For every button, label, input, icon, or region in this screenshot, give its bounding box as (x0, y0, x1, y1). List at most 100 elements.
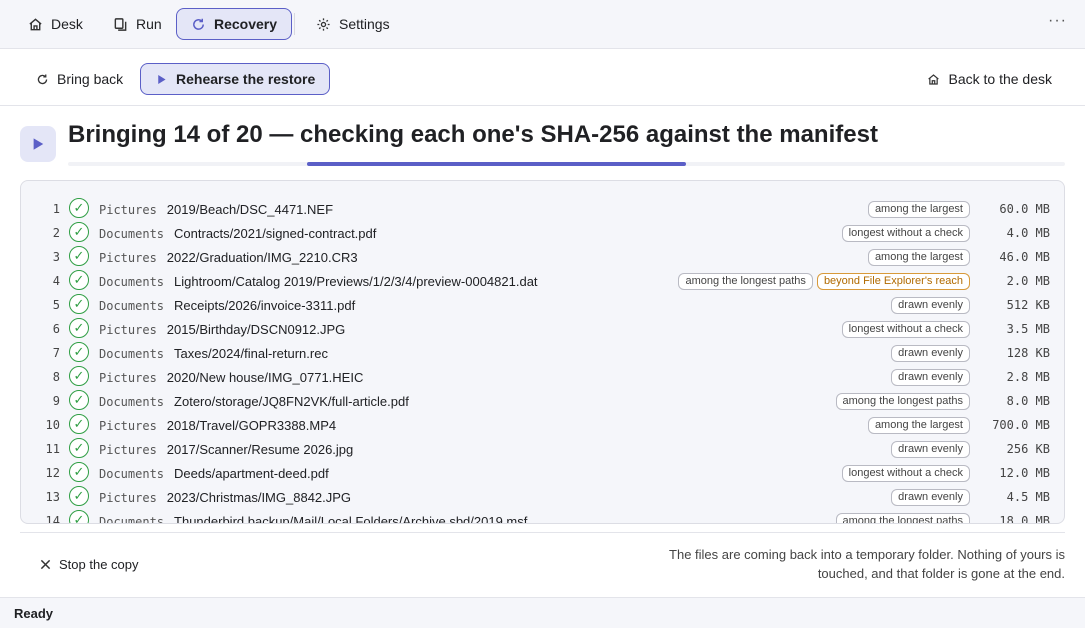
file-path: 2017/Scanner/Resume 2026.jpg (166, 442, 354, 457)
file-row[interactable]: 6 ✓ Pictures 2015/Birthday/DSCN0912.JPG long… (21, 317, 1064, 341)
tag-group: among the largest (867, 417, 970, 434)
file-path: 2020/New house/IMG_0771.HEIC (166, 370, 364, 385)
file-row[interactable]: 3 ✓ Pictures 2022/Graduation/IMG_2210.CR3 am… (21, 245, 1064, 269)
library-name: Documents (99, 299, 165, 313)
file-label: Pictures 2017/Scanner/Resume 2026.jpg (99, 441, 353, 459)
file-label: Pictures 2022/Graduation/IMG_2210.CR3 (99, 249, 358, 267)
row-number: 1 (52, 202, 60, 216)
row-number: 14 (45, 514, 60, 524)
checkmark-icon: ✓ (69, 270, 89, 290)
file-size: 60.0 MB (999, 202, 1050, 216)
file-row[interactable]: 13 ✓ Pictures 2023/Christmas/IMG_8842.JPG dr… (21, 485, 1064, 509)
nav-divider (294, 13, 295, 35)
library-name: Documents (99, 467, 165, 481)
file-size: 46.0 MB (999, 250, 1050, 264)
checkmark-icon: ✓ (69, 294, 89, 314)
checkmark-icon: ✓ (69, 486, 89, 506)
back-to-desk-label: Back to the desk (948, 71, 1052, 87)
file-path: Lightroom/Catalog 2019/Previews/1/2/3/4/… (174, 274, 538, 289)
bring-back-label: Bring back (57, 71, 124, 87)
checkmark-icon: ✓ (69, 366, 89, 386)
row-number: 2 (52, 226, 60, 240)
checkmark-icon: ✓ (69, 198, 89, 218)
row-number: 11 (45, 442, 60, 456)
file-label: Pictures 2020/New house/IMG_0771.HEIC (99, 369, 363, 387)
file-path: Zotero/storage/JQ8FN2VK/full-article.pdf (174, 394, 409, 409)
tag-group: drawn evenly (891, 441, 970, 458)
reason-badge: drawn evenly (891, 345, 970, 362)
file-list[interactable]: 1 ✓ Pictures 2019/Beach/DSC_4471.NEFamong t… (20, 180, 1065, 524)
tag-group: longest without a check (841, 321, 970, 338)
home-icon (928, 73, 940, 85)
file-row[interactable]: 7 ✓ Documents Taxes/2024/final-return.rec dr… (21, 341, 1064, 365)
file-row[interactable]: 2 ✓ Documents Contracts/2021/signed-contrac… (21, 221, 1064, 245)
row-number: 3 (52, 250, 60, 264)
rehearse-restore-label: Rehearse the restore (176, 71, 316, 87)
tag-group: among the largest (867, 249, 970, 266)
file-path: Deeds/apartment-deed.pdf (174, 466, 329, 481)
stop-copy-button[interactable]: Stop the copy (28, 550, 151, 578)
warning-badge: beyond File Explorer's reach (816, 273, 970, 290)
tag-group: drawn evenly (891, 369, 970, 386)
file-row[interactable]: 12 ✓ Documents Deeds/apartment-deed.pdf long… (21, 461, 1064, 485)
stop-copy-label: Stop the copy (59, 556, 139, 572)
library-name: Documents (99, 347, 165, 361)
tag-group: longest without a check (841, 465, 970, 482)
file-label: Documents Thunderbird backup/Mail/Local F… (99, 513, 528, 524)
row-number: 10 (45, 418, 60, 432)
row-number: 9 (52, 394, 60, 408)
file-size: 128 KB (1006, 346, 1050, 360)
row-number: 6 (52, 322, 60, 336)
file-row[interactable]: 4 ✓ Documents Lightroom/Catalog 2019/Previe… (21, 269, 1064, 293)
reason-badge: drawn evenly (891, 441, 970, 458)
nav-desk-label: Desk (51, 16, 83, 32)
file-size: 18.0 MB (999, 514, 1050, 524)
home-icon (29, 17, 42, 30)
file-size: 2.8 MB (1006, 370, 1050, 384)
library-name: Pictures (99, 419, 157, 433)
file-row[interactable]: 11 ✓ Pictures 2017/Scanner/Resume 2026.jpg d… (21, 437, 1064, 461)
close-icon (40, 559, 51, 569)
rehearse-restore-button[interactable]: Rehearse the restore (140, 63, 331, 95)
bring-back-button[interactable]: Bring back (22, 63, 137, 95)
checkmark-icon: ✓ (69, 462, 89, 482)
file-row[interactable]: 14 ✓ Documents Thunderbird backup/Mail/Loca… (21, 509, 1064, 524)
file-size: 512 KB (1006, 298, 1050, 312)
row-number: 13 (45, 490, 60, 504)
file-size: 700.0 MB (992, 418, 1050, 432)
reason-badge: among the longest paths (835, 393, 970, 410)
reason-badge: drawn evenly (891, 297, 970, 314)
nav-run-label: Run (136, 16, 162, 32)
file-label: Documents Contracts/2021/signed-contract.… (99, 225, 376, 243)
nav-run[interactable]: Run (99, 8, 176, 40)
nav-recovery[interactable]: Recovery (176, 8, 293, 40)
file-path: Thunderbird backup/Mail/Local Folders/Ar… (174, 514, 528, 524)
play-icon (158, 74, 166, 84)
nav-settings-label: Settings (339, 16, 390, 32)
file-label: Pictures 2019/Beach/DSC_4471.NEF (99, 201, 333, 219)
file-path: 2015/Birthday/DSCN0912.JPG (166, 322, 346, 337)
file-label: Pictures 2023/Christmas/IMG_8842.JPG (99, 489, 351, 507)
file-path: 2023/Christmas/IMG_8842.JPG (166, 490, 352, 505)
file-label: Documents Zotero/storage/JQ8FN2VK/full-ar… (99, 393, 409, 411)
library-name: Documents (99, 227, 165, 241)
row-number: 5 (52, 298, 60, 312)
file-row[interactable]: 5 ✓ Documents Receipts/2026/invoice-3311.pd… (21, 293, 1064, 317)
page-title: Bringing 14 of 20 — checking each one's … (68, 121, 878, 148)
nav-settings[interactable]: Settings (302, 8, 404, 40)
tag-group: drawn evenly (891, 345, 970, 362)
nav-desk[interactable]: Desk (14, 8, 97, 40)
file-row[interactable]: 8 ✓ Pictures 2020/New house/IMG_0771.HEIC dr… (21, 365, 1064, 389)
back-to-desk-button[interactable]: Back to the desk (913, 63, 1066, 95)
reason-badge: among the longest paths (678, 273, 813, 290)
file-row[interactable]: 10 ✓ Pictures 2018/Travel/GOPR3388.MP4 among… (21, 413, 1064, 437)
reason-badge: among the largest (867, 249, 970, 266)
nav-recovery-label: Recovery (214, 16, 278, 32)
more-menu-button[interactable]: ··· (1048, 12, 1067, 30)
file-row[interactable]: 9 ✓ Documents Zotero/storage/JQ8FN2VK/full-… (21, 389, 1064, 413)
file-path: Contracts/2021/signed-contract.pdf (174, 226, 377, 241)
library-name: Pictures (99, 491, 157, 505)
file-row[interactable]: 1 ✓ Pictures 2019/Beach/DSC_4471.NEF among t… (21, 197, 1064, 221)
tag-group: among the longest paths (835, 393, 970, 410)
tag-group: longest without a check (841, 225, 970, 242)
